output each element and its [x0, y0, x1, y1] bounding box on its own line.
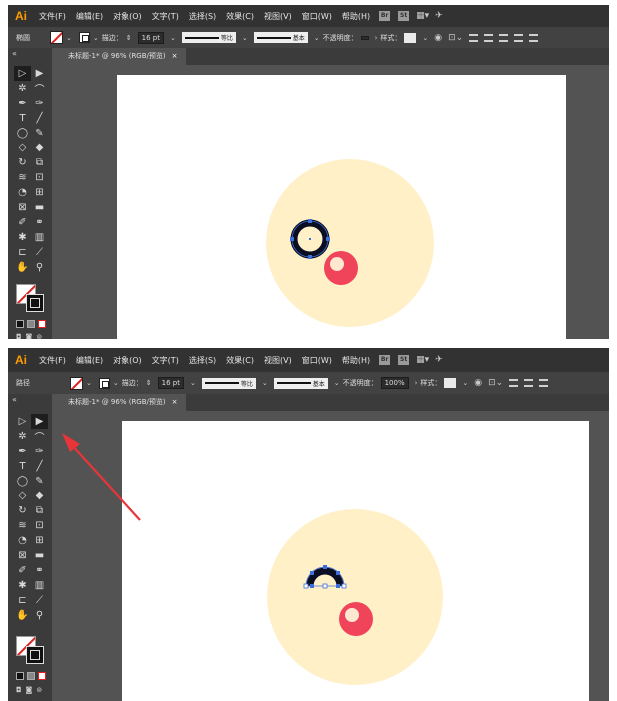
arrow-shaft [69, 442, 141, 521]
red-arrow-annotation [62, 433, 141, 521]
arrow-head [62, 433, 80, 452]
